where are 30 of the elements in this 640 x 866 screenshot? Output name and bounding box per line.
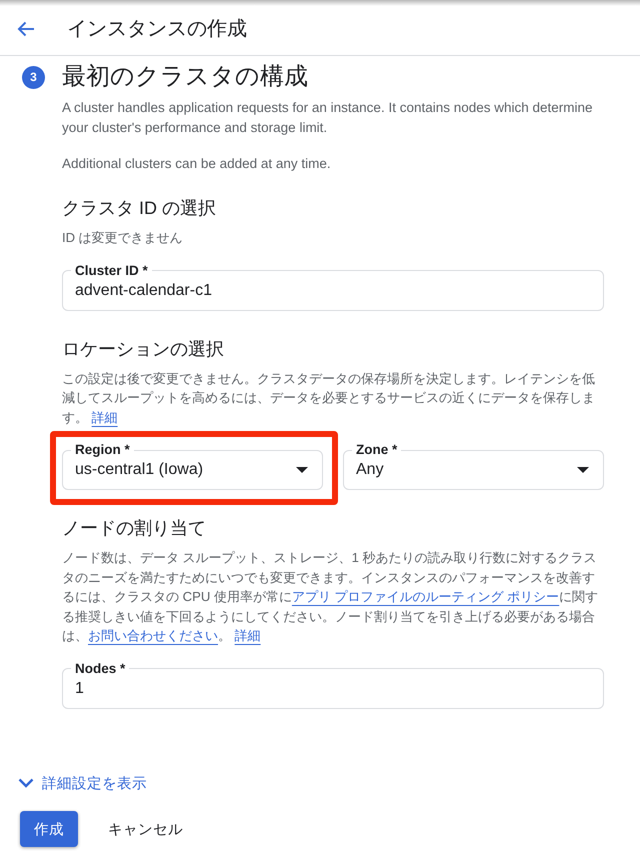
field-label: Zone * [355, 443, 398, 457]
intro-text: Additional clusters can be added at any time. [62, 155, 332, 173]
section-description: ID は変更できません [62, 229, 184, 247]
create-button[interactable]: 作成 [20, 811, 78, 847]
step-title: 最初のクラスタの構成 [62, 62, 308, 92]
caret-down-icon [577, 467, 589, 473]
chevron-icon [18, 778, 34, 788]
dropdown-field[interactable]: Zone * Any [343, 443, 604, 490]
text-link[interactable]: 詳細 [92, 410, 118, 424]
text-link[interactable]: アプリ プロファイルのルーティング ポリシー [292, 589, 560, 604]
field-label: Cluster ID * [74, 264, 149, 278]
page-title: インスタンスの作成 [67, 17, 247, 42]
caret-down-icon [296, 467, 308, 473]
field-label: Region * [74, 443, 131, 457]
cancel-button[interactable]: キャンセル [92, 811, 199, 847]
intro-text: A cluster handles application requests for an instance. It contains nodes which determine your cluster's performance and storage limit. [62, 99, 594, 137]
field-label: Nodes * [74, 662, 126, 676]
input-field[interactable]: Cluster ID * advent-calendar-c1 [62, 264, 604, 310]
advanced-settings-toggle[interactable]: 詳細設定を表示 [18, 771, 147, 795]
input-field[interactable]: Nodes * 1 [62, 662, 604, 708]
back-arrow-icon[interactable] [17, 20, 35, 36]
text-link[interactable]: 詳細 [234, 628, 261, 643]
text-link[interactable]: お問い合わせください [88, 628, 218, 643]
section-title: ノードの割り当て [62, 517, 207, 540]
step-number: 3 [22, 66, 45, 88]
section-title: クラスタ ID の選択 [62, 197, 218, 220]
dropdown-field[interactable]: Region * us-central1 (Iowa) [62, 443, 323, 490]
section-description: この設定は後で変更できません。クラスタデータの保存場所を決定します。レイテンシを低減してスループットを高めるには、データを必要とするサービスの近くにデータを保存します。 詳細 [62, 370, 596, 426]
section-description: ノード数は、データ スループット、ストレージ、1 秒あたりの読み取り行数に対するクラスタのニーズを満たすためにいつでも変更できます。インスタンスのパフォーマンスを改善するには、クラスタの CPU 使用率が常にアプリ プロファイルのルーティング ポリシーに関する推奨しきい値を下回るようにしてください。ノード割り当てを引き上げる必要がある場合は、お問い合わせください。 詳細 [62, 549, 600, 645]
section-title: ロケーションの選択 [62, 338, 225, 360]
